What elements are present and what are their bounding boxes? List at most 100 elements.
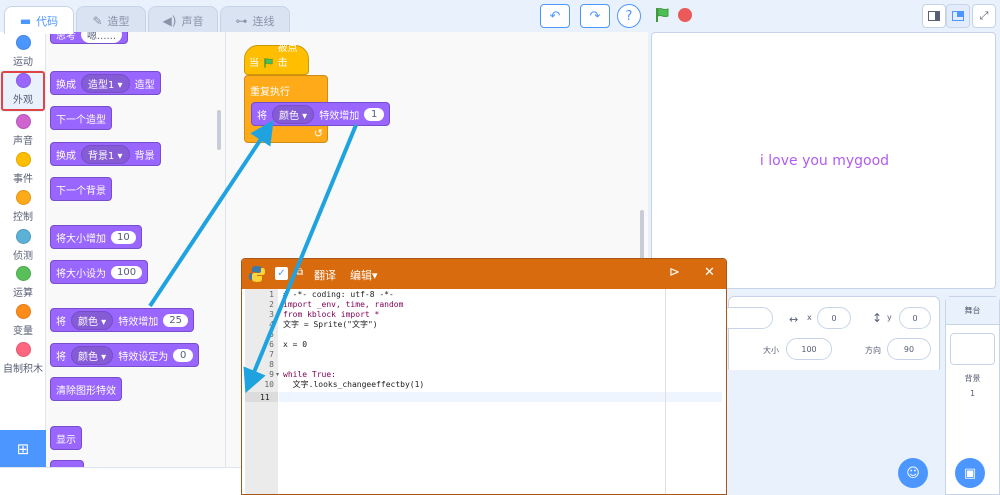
stage-sprite-text[interactable]: i love you mygood	[652, 153, 997, 169]
add-extension-button[interactable]: ⊞	[0, 430, 46, 468]
category-label: 运算	[13, 288, 33, 299]
line-number: 6	[269, 340, 274, 349]
operators-dot-icon	[15, 266, 31, 281]
next-backdrop-block[interactable]: 下一个背景	[50, 177, 112, 201]
backdrop-icon: ▣	[963, 465, 977, 481]
switch-costume-block[interactable]: 换成 造型1 ▾ 造型	[50, 71, 161, 95]
clear-effects-block[interactable]: 清除图形特效	[50, 377, 122, 401]
choose-sprite-button[interactable]: ☺	[898, 458, 928, 488]
dropdown-value: 颜色	[78, 351, 98, 363]
switch-backdrop-block[interactable]: 换成 背景1 ▾ 背景	[50, 142, 161, 166]
next-costume-block[interactable]: 下一个造型	[50, 106, 112, 130]
dropdown-value: 背景1	[88, 150, 115, 162]
code-line[interactable]: # -*- coding: utf-8 -*-	[283, 290, 394, 300]
block-text: 将大小设为	[56, 268, 106, 280]
tab-code-label: 代码	[36, 14, 59, 28]
translate-button[interactable]: 翻译	[314, 267, 336, 283]
stage-thumbnail[interactable]	[950, 333, 995, 365]
small-stage-button[interactable]	[922, 4, 946, 28]
effect-dropdown[interactable]: 颜色 ▾	[71, 310, 114, 330]
motion-dot-icon	[15, 35, 31, 50]
copy-icon[interactable]: ⧉	[296, 267, 303, 278]
y-arrow-icon: ↕	[872, 311, 883, 325]
size-value: 100	[801, 344, 817, 354]
category-my-blocks[interactable]: 自制积木	[0, 342, 46, 380]
hide-block-partial[interactable]	[50, 460, 84, 467]
x-field[interactable]: 0	[817, 307, 851, 329]
backdrop-dropdown[interactable]: 背景1 ▾	[81, 144, 130, 164]
line-number: 10	[264, 380, 274, 389]
normal-stage-button[interactable]	[946, 4, 970, 28]
block-text: 将大小增加	[56, 233, 106, 245]
block-input[interactable]: 0	[173, 348, 194, 362]
direction-field[interactable]: 90	[887, 338, 931, 360]
tab-costumes[interactable]: ✎ 造型	[76, 6, 146, 34]
stage[interactable]: i love you mygood	[651, 32, 996, 289]
category-variables[interactable]: 变量	[0, 304, 46, 342]
category-operators[interactable]: 运算	[0, 266, 46, 304]
python-logo-icon	[249, 266, 265, 282]
top-bar: ▬ 代码 ✎ 造型 ◀) 声音 ⊶ 连线 ↶ ↷ ? ⤢	[0, 0, 1000, 34]
tab-sounds[interactable]: ◀) 声音	[148, 6, 218, 34]
code-line[interactable]: from kblock import *	[283, 310, 379, 320]
category-looks[interactable]: 外观	[0, 70, 46, 112]
block-text: 特效增加	[118, 316, 159, 328]
block-input[interactable]: 嗯......	[81, 32, 123, 43]
sprite-name-field[interactable]	[719, 307, 773, 329]
block-input[interactable]: 10	[111, 230, 136, 244]
tab-wiring[interactable]: ⊶ 连线	[220, 6, 290, 34]
block-text: 特效设定为	[118, 351, 169, 363]
script-change-effect-block[interactable]: 将 颜色 ▾ 特效增加 1	[251, 102, 391, 126]
category-events[interactable]: 事件	[0, 152, 46, 190]
code-line[interactable]: while True:	[283, 370, 336, 380]
code-line[interactable]: 文字 = Sprite("文字")	[283, 320, 378, 330]
tab-code[interactable]: ▬ 代码	[4, 6, 74, 34]
category-sound[interactable]: 声音	[0, 114, 46, 152]
palette-scrollbar[interactable]	[217, 110, 221, 150]
change-effect-block[interactable]: 将 颜色 ▾ 特效增加 25	[50, 308, 194, 332]
brush-icon: ✎	[92, 13, 103, 28]
set-effect-block[interactable]: 将 颜色 ▾ 特效设定为 0	[50, 343, 200, 367]
category-label: 变量	[13, 326, 33, 337]
block-text: 背景	[134, 150, 155, 162]
code-line[interactable]: x = 0	[283, 340, 307, 350]
code-line[interactable]: 文字.looks_changeeffectby(1)	[283, 380, 425, 390]
category-label: 运动	[13, 57, 33, 68]
undo-button[interactable]: ↶	[540, 4, 570, 28]
effect-dropdown[interactable]: 颜色 ▾	[272, 104, 315, 124]
block-text: 显示	[56, 434, 76, 446]
category-control[interactable]: 控制	[0, 190, 46, 228]
y-value: 0	[912, 313, 918, 323]
green-flag-icon[interactable]	[654, 7, 670, 23]
normal-stage-icon	[952, 11, 964, 21]
block-input[interactable]: 100	[111, 265, 143, 279]
small-stage-icon	[928, 11, 940, 21]
help-button[interactable]: ?	[617, 4, 641, 28]
category-sensing[interactable]: 侦测	[0, 229, 46, 267]
size-field[interactable]: 100	[786, 338, 832, 360]
y-field[interactable]: 0	[899, 307, 931, 329]
fullscreen-button[interactable]: ⤢	[972, 4, 996, 28]
control-dot-icon	[15, 190, 31, 205]
block-input[interactable]: 25	[163, 313, 188, 327]
close-icon[interactable]: ✕	[704, 265, 715, 280]
show-block[interactable]: 显示	[50, 426, 82, 450]
fold-arrow-icon[interactable]: ▾	[276, 371, 279, 378]
category-motion[interactable]: 运动	[0, 35, 46, 73]
redo-button[interactable]: ↷	[580, 4, 610, 28]
edit-menu[interactable]: 编辑▾	[350, 267, 378, 283]
stop-icon[interactable]	[678, 8, 692, 22]
tab-wiring-label: 连线	[252, 14, 275, 28]
set-size-block[interactable]: 将大小设为 100	[50, 260, 149, 284]
block-input[interactable]: 1	[364, 107, 385, 121]
effect-dropdown[interactable]: 颜色 ▾	[71, 345, 114, 365]
line-number: 3	[269, 310, 274, 319]
costume-dropdown[interactable]: 造型1 ▾	[81, 73, 130, 93]
run-icon[interactable]: ⊳	[669, 265, 680, 280]
category-label: 自制积木	[3, 364, 43, 375]
code-line[interactable]: import _env, time, random	[283, 300, 403, 310]
sync-checkbox[interactable]: ✓	[275, 267, 288, 280]
when-flag-clicked-block[interactable]: 当 被点击	[244, 43, 309, 75]
change-size-block[interactable]: 将大小增加 10	[50, 225, 142, 249]
choose-backdrop-button[interactable]: ▣	[955, 458, 985, 488]
